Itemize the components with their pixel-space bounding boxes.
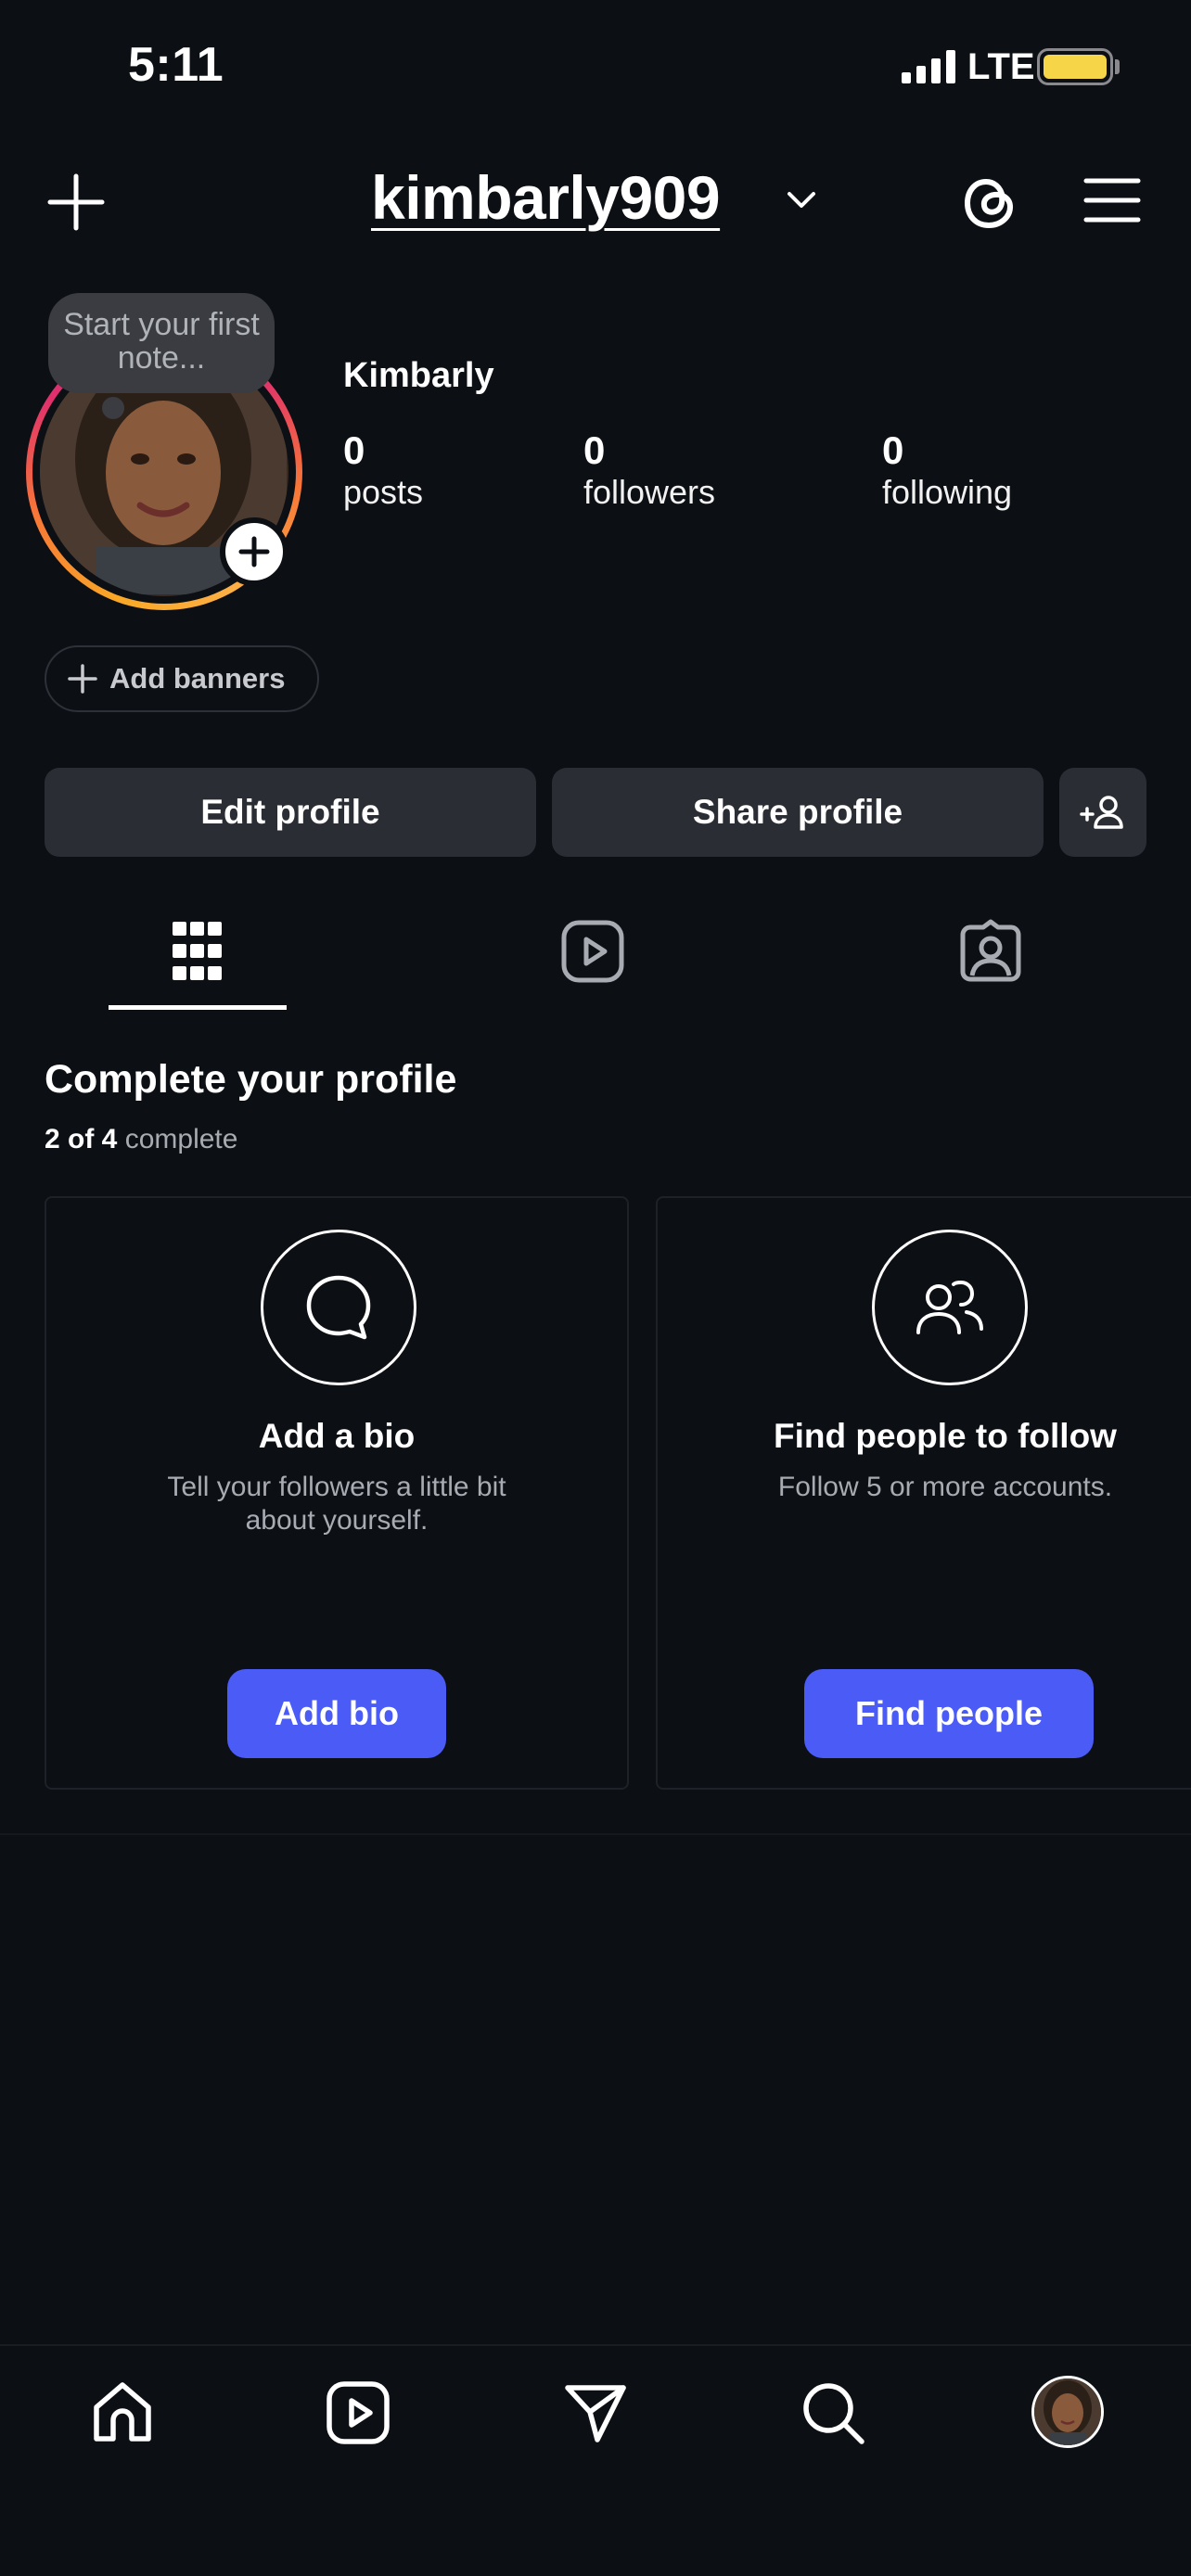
username-switcher[interactable]: kimbarly909 [371,162,721,233]
threads-icon[interactable] [957,167,1022,237]
grid-icon [173,922,222,980]
tagged-icon [960,919,1021,982]
share-profile-button[interactable]: Share profile [552,768,1044,857]
card-description: Tell your followers a little bit about y… [167,1472,506,1536]
tab-posts-grid[interactable] [158,916,237,987]
display-name: Kimbarly [343,356,494,395]
card-title: Find people to follow [774,1417,1117,1455]
progress-count: 2 of 4 [45,1124,118,1154]
chevron-down-icon[interactable] [783,182,820,219]
tab-tagged[interactable] [952,914,1030,988]
stat-followers-label: followers [583,473,716,511]
section-divider [0,1833,1191,1835]
find-people-button[interactable]: Find people [804,1669,1094,1758]
network-type: LTE [967,46,1035,87]
search-icon [803,2383,864,2444]
stat-followers-count: 0 [583,428,606,472]
complete-profile-progress: 2 of 4 complete [45,1124,237,1155]
nav-reels[interactable] [321,2376,395,2450]
home-icon [94,2382,151,2442]
add-banners-label: Add banners [109,662,286,695]
find-people-card: Find people to follow Follow 5 or more a… [656,1196,1191,1790]
stat-following[interactable]: 0 following [882,428,1012,512]
nav-search[interactable] [794,2374,872,2452]
complete-profile-title: Complete your profile [45,1057,457,1102]
add-person-icon [1080,796,1123,829]
add-bio-card: Add a bio Tell your followers a little b… [45,1196,629,1790]
create-plus-icon[interactable] [43,169,109,236]
plus-icon [68,664,97,694]
edit-profile-button[interactable]: Edit profile [45,768,536,857]
card-title: Add a bio [258,1417,416,1455]
menu-hamburger-icon[interactable] [1082,172,1143,228]
active-tab-indicator [109,1005,287,1010]
status-time: 5:11 [128,38,224,92]
nav-profile-avatar[interactable] [1031,2376,1104,2448]
nav-direct[interactable] [557,2376,634,2450]
stat-following-count: 0 [882,428,904,472]
add-story-plus-icon[interactable] [220,517,288,586]
people-icon [872,1230,1028,1385]
progress-word: complete [124,1124,238,1154]
stat-posts-count: 0 [343,428,365,472]
stat-posts-label: posts [343,473,424,511]
reels-icon [561,920,624,983]
stat-following-label: following [882,473,1013,511]
stat-followers[interactable]: 0 followers [583,428,715,512]
card-description: Follow 5 or more accounts. [777,1472,1113,1502]
reels-icon [327,2381,390,2444]
note-bubble-tail [102,397,124,419]
add-bio-button[interactable]: Add bio [227,1669,446,1758]
battery-tip [1115,59,1120,74]
note-bubble[interactable]: Start your first note... [48,293,275,393]
nav-home[interactable] [85,2378,160,2448]
cellular-signal-icon [902,50,955,83]
battery-icon [1037,48,1113,85]
direct-send-icon [565,2385,626,2442]
speech-bubble-icon [261,1230,416,1385]
tab-reels[interactable] [555,916,631,987]
stat-posts[interactable]: 0 posts [343,428,423,512]
add-banners-button[interactable]: Add banners [45,645,319,712]
discover-people-button[interactable] [1059,768,1146,857]
bottom-nav-divider [0,2344,1191,2346]
